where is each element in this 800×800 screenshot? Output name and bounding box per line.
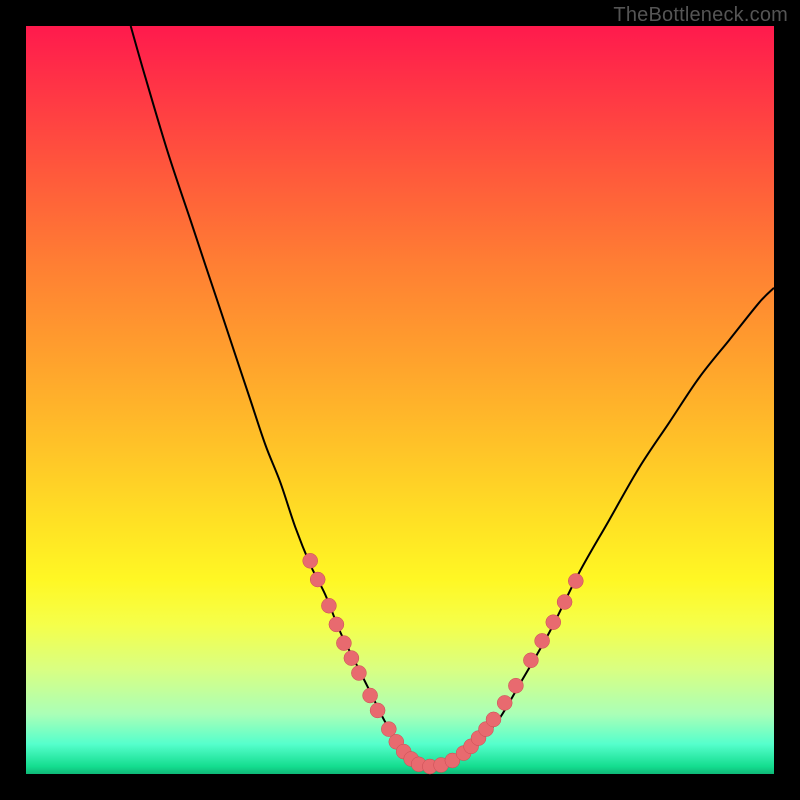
curve-marker — [568, 574, 583, 589]
curve-marker — [321, 598, 336, 613]
curve-marker — [370, 703, 385, 718]
chart-plot-area — [26, 26, 774, 774]
chart-frame: TheBottleneck.com — [0, 0, 800, 800]
curve-marker — [329, 617, 344, 632]
curve-marker — [497, 695, 512, 710]
curve-marker — [351, 666, 366, 681]
bottleneck-curve — [131, 26, 774, 767]
curve-marker — [381, 722, 396, 737]
curve-marker — [336, 636, 351, 651]
curve-marker — [310, 572, 325, 587]
curve-marker — [486, 712, 501, 727]
chart-svg — [26, 26, 774, 774]
curve-marker — [344, 651, 359, 666]
curve-marker — [557, 595, 572, 610]
curve-marker — [546, 615, 561, 630]
curve-marker — [523, 653, 538, 668]
curve-marker — [303, 553, 318, 568]
curve-marker — [508, 678, 523, 693]
curve-marker — [535, 633, 550, 648]
watermark-text: TheBottleneck.com — [613, 4, 788, 27]
curve-markers — [303, 553, 584, 774]
curve-marker — [363, 688, 378, 703]
